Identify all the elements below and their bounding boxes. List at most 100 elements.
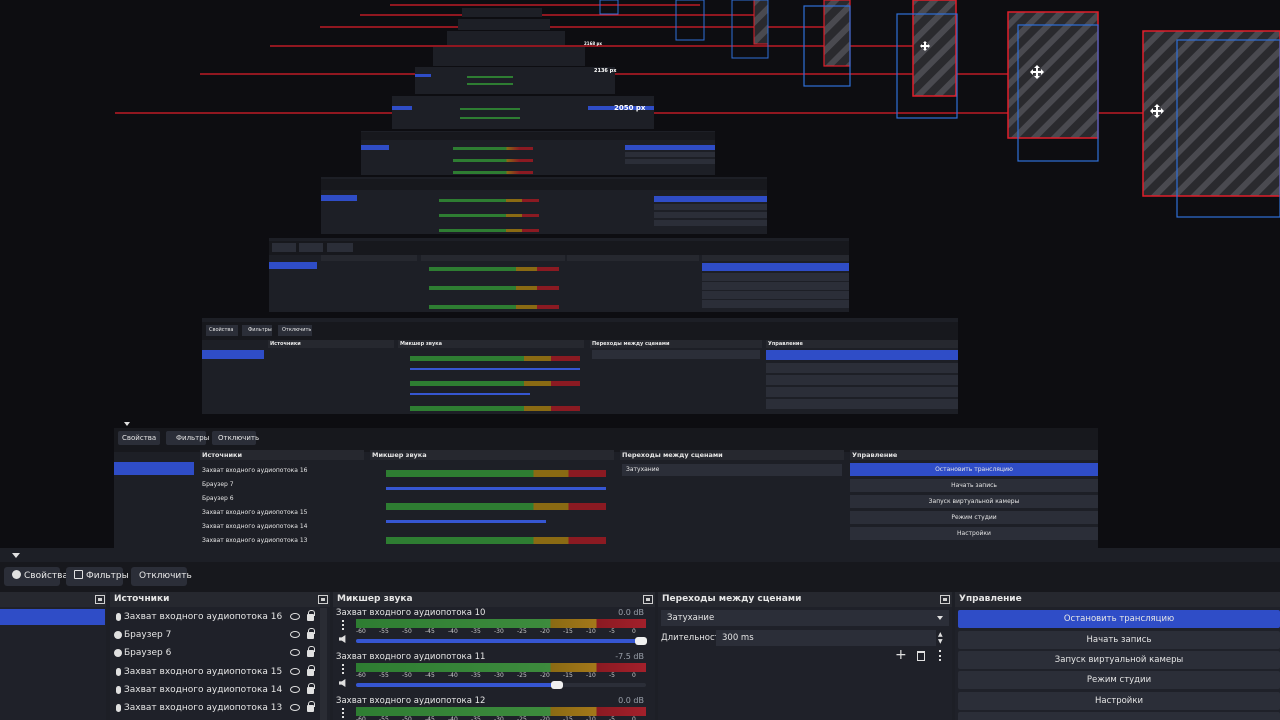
nested-1-controls-title: Управление <box>850 450 1098 460</box>
source-label: Браузер 7 <box>124 630 172 641</box>
source-item[interactable]: Захват входного аудиопотока 14 <box>114 681 329 699</box>
undock-icon[interactable] <box>643 595 653 604</box>
transition-select[interactable]: Затухание <box>661 610 949 626</box>
undock-icon[interactable] <box>95 595 105 604</box>
nested-1-start-record: Начать запись <box>850 479 1098 492</box>
settings-button[interactable]: Настройки <box>958 692 1280 710</box>
meter-tick-label: -35 <box>471 628 481 635</box>
nested-1-properties: Свойства <box>118 431 160 445</box>
channel-name: Захват входного аудиопотока 11 <box>336 652 486 662</box>
nested-2-mixer-title: Микшер звука <box>398 340 584 348</box>
more-options-icon[interactable] <box>939 650 941 661</box>
source-item[interactable]: Браузер 7 <box>114 626 329 644</box>
nested-preview-4 <box>321 177 767 234</box>
start-record-button[interactable]: Начать запись <box>958 631 1280 649</box>
speaker-icon[interactable] <box>339 679 346 687</box>
scenes-dock-header <box>0 592 106 607</box>
source-item[interactable]: Захват входного аудиопотока 15 <box>114 663 329 681</box>
microphone-icon <box>116 613 121 621</box>
meter-tick-label: 0 <box>632 672 636 679</box>
stop-stream-button[interactable]: Остановить трансляцию <box>958 610 1280 628</box>
eye-icon[interactable] <box>290 667 300 675</box>
microphone-icon <box>116 685 121 694</box>
eye-icon[interactable] <box>290 649 300 657</box>
trash-icon[interactable] <box>917 651 925 661</box>
gear-icon <box>12 570 21 579</box>
meter-tick-label: -20 <box>540 672 550 679</box>
meter-tick-label: -45 <box>425 716 435 720</box>
nested-1-studio-mode: Режим студии <box>850 511 1098 524</box>
blue-box-7 <box>599 0 619 15</box>
globe-icon <box>114 631 122 640</box>
meter-tick-label: -5 <box>609 672 615 679</box>
meter-tick-label: 0 <box>632 628 636 635</box>
disable-button[interactable]: Отключить <box>131 567 192 586</box>
meter-tick-label: -25 <box>517 716 527 720</box>
duration-input[interactable]: 300 ms <box>716 630 936 646</box>
filters-button[interactable]: Фильтры <box>66 567 129 586</box>
meter-tick-label: -15 <box>563 628 573 635</box>
eye-icon[interactable] <box>290 685 300 693</box>
lock-icon[interactable] <box>307 610 315 621</box>
volume-slider[interactable] <box>356 681 646 689</box>
lock-icon[interactable] <box>307 682 315 694</box>
source-label: Захват входного аудиопотока 16 <box>124 612 283 622</box>
volume-knob[interactable] <box>551 681 563 689</box>
meter-tick-label: -60 <box>356 628 366 635</box>
meter-tick-label: -45 <box>425 672 435 679</box>
eye-icon[interactable] <box>290 613 300 620</box>
speaker-icon[interactable] <box>339 635 346 643</box>
channel-menu-icon[interactable] <box>342 708 344 718</box>
hatched-box-2 <box>1007 11 1099 139</box>
hatched-box-5 <box>753 0 769 45</box>
sources-title: Источники <box>110 592 330 607</box>
nested-1-settings: Настройки <box>850 527 1098 540</box>
meter-ticks: -60 -55 -50 -45 -40 -35 -30 -25 -20 -15 -10 -5 0 <box>356 716 646 720</box>
globe-icon <box>114 649 122 658</box>
scene-item-selected[interactable] <box>0 609 105 625</box>
nested-preview-2: Свойства Фильтры Отключить Источники Мик… <box>202 318 958 414</box>
source-item[interactable]: Захват входного аудиопотока 16 <box>114 608 329 626</box>
exit-button-partial[interactable] <box>958 712 1280 720</box>
nested-preview-5 <box>361 131 715 175</box>
channel-db: 0.0 dB <box>618 608 644 617</box>
virtual-camera-button[interactable]: Запуск виртуальной камеры <box>958 651 1280 669</box>
meter-tick-label: -55 <box>379 672 389 679</box>
sources-scrollbar[interactable] <box>320 608 327 720</box>
audio-meter <box>356 619 646 628</box>
lock-icon[interactable] <box>307 646 315 658</box>
channel-name: Захват входного аудиопотока 12 <box>336 696 486 706</box>
source-label: Браузер 6 <box>124 648 172 659</box>
eye-icon[interactable] <box>290 631 300 639</box>
screenshot-stage: Свойства Фильтры Отключить Источники Зах… <box>0 0 1280 720</box>
lock-icon[interactable] <box>307 701 315 712</box>
mixer-channel: Захват входного аудиопотока 11 -7.5 dB -60… <box>336 652 646 696</box>
meter-tick-label: -55 <box>379 716 389 720</box>
lock-icon[interactable] <box>307 664 315 676</box>
source-item[interactable]: Браузер 6 <box>114 644 329 662</box>
collapse-arrow-icon[interactable] <box>12 553 20 558</box>
add-transition-icon[interactable]: + <box>895 648 907 662</box>
nested-1-transitions-title: Переходы между сценами <box>620 450 844 460</box>
channel-menu-icon[interactable] <box>342 664 344 674</box>
source-item[interactable]: Захват входного аудиопотока 13 <box>114 699 329 717</box>
duration-spinner[interactable]: ▲ ▼ <box>938 631 943 645</box>
channel-menu-icon[interactable] <box>342 620 344 630</box>
nested-preview-1: Свойства Фильтры Отключить Источники Зах… <box>114 420 1098 548</box>
nested-2-sources-title: Источники <box>268 340 394 348</box>
lock-icon[interactable] <box>307 628 315 640</box>
studio-mode-button[interactable]: Режим студии <box>958 671 1280 689</box>
disable-label: Отключить <box>139 571 192 581</box>
meter-tick-label: -5 <box>609 716 615 720</box>
volume-knob[interactable] <box>635 637 648 645</box>
nested-1-stop-stream: Остановить трансляцию <box>850 463 1098 476</box>
undock-icon[interactable] <box>318 595 328 604</box>
mixer-channel: Захват входного аудиопотока 10 0.0 dB -60 -… <box>336 608 648 652</box>
meter-tick-label: -40 <box>448 628 458 635</box>
volume-slider[interactable] <box>356 637 648 645</box>
undock-icon[interactable] <box>940 595 950 604</box>
eye-icon[interactable] <box>290 704 300 711</box>
properties-button[interactable]: Свойства <box>4 567 68 586</box>
mixer-title: Микшер звука <box>333 592 655 607</box>
transitions-title: Переходы между сценами <box>658 592 952 607</box>
